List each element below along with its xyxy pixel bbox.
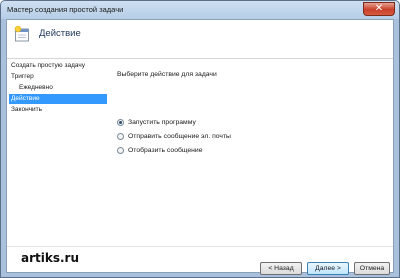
back-button[interactable]: < Назад [260, 262, 302, 275]
radio-display-message[interactable] [117, 146, 124, 154]
task-wizard-icon [14, 26, 29, 42]
radio-send-email[interactable] [117, 132, 124, 140]
action-prompt: Выберите действие для задачи [117, 71, 217, 78]
step-trigger[interactable]: Триггер [9, 72, 107, 82]
option-label: Запустить программу [128, 118, 196, 126]
option-label: Отправить сообщение эл. почты [128, 132, 231, 140]
option-run-program[interactable]: Запустить программу [117, 117, 196, 127]
wizard-steps-sidebar: Создать простую задачу Триггер Ежедневно… [7, 60, 109, 246]
step-create-task[interactable]: Создать простую задачу [9, 61, 107, 71]
option-send-email[interactable]: Отправить сообщение эл. почты [117, 131, 231, 141]
wizard-window: Мастер создания простой задачи ✕ Действи… [0, 0, 400, 278]
wizard-client-area: Действие Создать простую задачу Триггер … [6, 19, 394, 275]
radio-run-program[interactable] [117, 118, 124, 126]
step-action[interactable]: Действие [9, 94, 107, 104]
next-button[interactable]: Далее > [307, 262, 349, 275]
page-title: Действие [39, 28, 81, 39]
window-title: Мастер создания простой задачи [7, 5, 124, 14]
option-display-message[interactable]: Отобразить сообщение [117, 145, 203, 155]
option-label: Отобразить сообщение [128, 146, 203, 154]
action-content: Выберите действие для задачи Запустить п… [111, 60, 393, 246]
cancel-button[interactable]: Отмена [354, 262, 390, 275]
wizard-header: Действие [7, 20, 393, 59]
step-finish[interactable]: Закончить [9, 105, 107, 115]
watermark-text: artiks.ru [21, 251, 80, 265]
title-bar[interactable]: Мастер создания простой задачи ✕ [1, 1, 399, 19]
close-button[interactable]: ✕ [363, 2, 395, 16]
step-daily[interactable]: Ежедневно [9, 83, 107, 93]
wizard-footer: artiks.ru < Назад Далее > Отмена [7, 246, 393, 275]
